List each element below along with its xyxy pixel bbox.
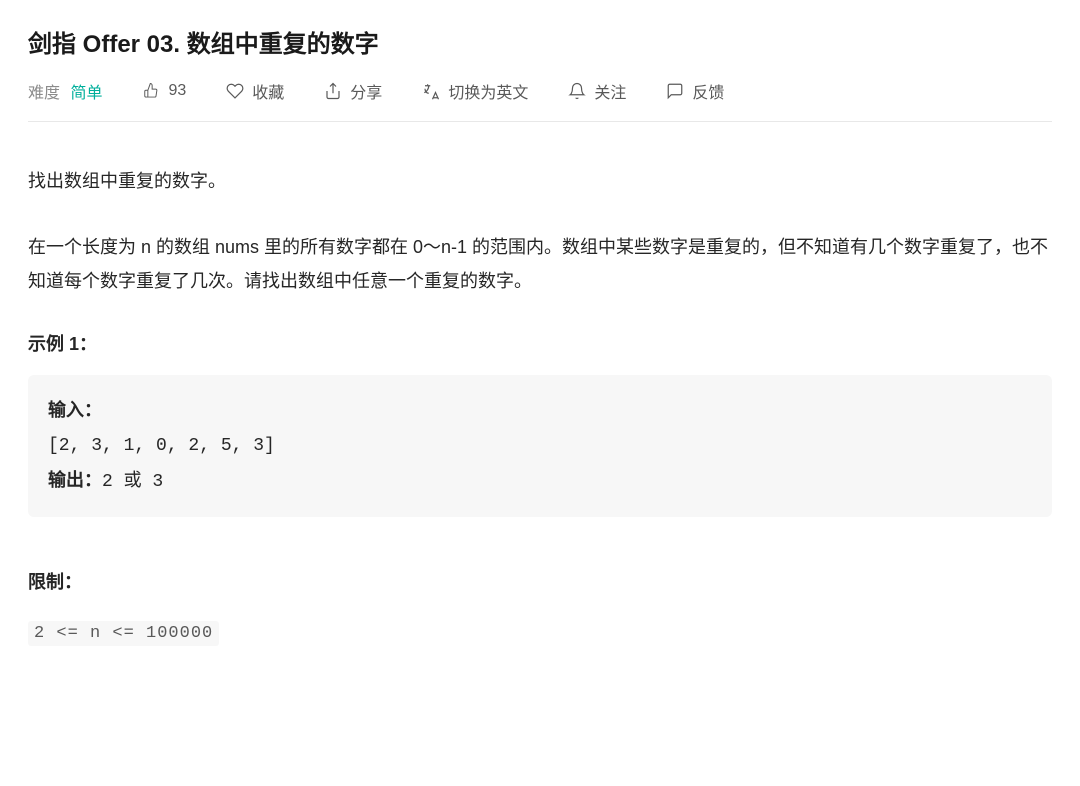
- follow-button[interactable]: 关注: [568, 79, 626, 103]
- switch-language-label: 切换为英文: [448, 79, 528, 103]
- share-label: 分享: [350, 79, 382, 103]
- share-button[interactable]: 分享: [324, 79, 382, 103]
- message-icon: [666, 82, 684, 100]
- limit-label: 限制：: [28, 565, 1052, 599]
- intro-paragraph: 找出数组中重复的数字。: [28, 164, 1052, 198]
- favorite-label: 收藏: [252, 79, 284, 103]
- favorite-button[interactable]: 收藏: [226, 79, 284, 103]
- input-label: 输入：: [48, 400, 102, 420]
- difficulty: 难度 简单: [28, 79, 102, 103]
- problem-title: 剑指 Offer 03. 数组中重复的数字: [28, 24, 1052, 59]
- like-button[interactable]: 93: [142, 82, 186, 100]
- heart-icon: [226, 82, 244, 100]
- input-value: [2, 3, 1, 0, 2, 5, 3]: [48, 436, 275, 456]
- example-label: 示例 1：: [28, 327, 1052, 361]
- limit-value: 2 <= n <= 100000: [28, 621, 219, 646]
- switch-language-button[interactable]: 切换为英文: [422, 79, 528, 103]
- difficulty-label: 难度: [28, 85, 60, 102]
- problem-content: 找出数组中重复的数字。 在一个长度为 n 的数组 nums 里的所有数字都在 0…: [28, 140, 1052, 650]
- share-icon: [324, 82, 342, 100]
- thumbs-up-icon: [142, 82, 160, 100]
- feedback-button[interactable]: 反馈: [666, 79, 724, 103]
- bell-icon: [568, 82, 586, 100]
- difficulty-value: 简单: [70, 85, 102, 102]
- example-block: 输入： [2, 3, 1, 0, 2, 5, 3] 输出：2 或 3: [28, 375, 1052, 518]
- meta-row: 难度 简单 93 收藏 分享 切换为英文: [28, 79, 1052, 122]
- follow-label: 关注: [594, 79, 626, 103]
- like-count: 93: [168, 82, 186, 100]
- description-paragraph: 在一个长度为 n 的数组 nums 里的所有数字都在 0～n-1 的范围内。数组…: [28, 230, 1052, 298]
- output-value: 2 或 3: [102, 472, 163, 492]
- output-label: 输出：: [48, 470, 102, 490]
- translate-icon: [422, 82, 440, 100]
- feedback-label: 反馈: [692, 79, 724, 103]
